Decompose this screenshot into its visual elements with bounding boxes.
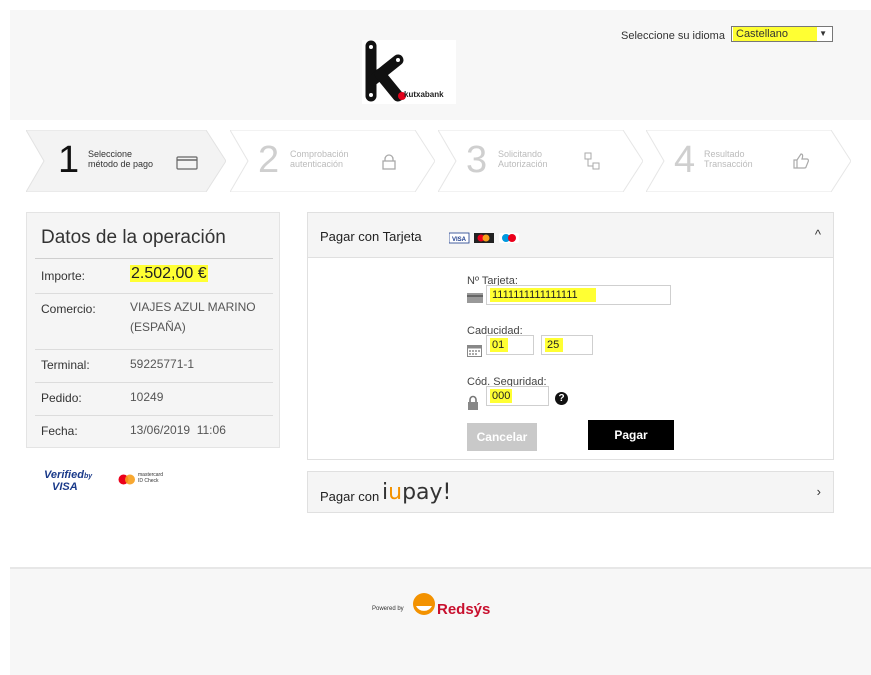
step-number: 3 bbox=[466, 139, 488, 181]
operation-label: Importe: bbox=[41, 269, 86, 283]
powered-by-label: Powered by bbox=[372, 606, 404, 612]
progress-steps: 1 Seleccione método de pago 2 Comprobació… bbox=[10, 130, 871, 192]
dropdown-arrow-icon: ▼ bbox=[819, 29, 827, 38]
operation-label: Fecha: bbox=[41, 424, 78, 438]
mastercard-icon bbox=[474, 233, 494, 243]
language-selected-value: Castellano bbox=[733, 27, 817, 41]
step-label: Solicitando Autorización bbox=[498, 149, 548, 169]
verified-by-visa-logo: Verifiedby VISA bbox=[44, 469, 93, 493]
step-label: Comprobación autenticación bbox=[290, 149, 349, 169]
terminal-value: 59225771-1 bbox=[130, 357, 195, 371]
operation-title: Datos de la operación bbox=[41, 227, 226, 248]
calendar-icon bbox=[467, 345, 482, 357]
operation-label: Pedido: bbox=[41, 391, 82, 405]
svg-text:VISA: VISA bbox=[452, 237, 467, 243]
operation-row-amount: Importe: 2.502,00 € bbox=[35, 259, 273, 294]
iupay-panel-title: Pagar con bbox=[320, 489, 380, 504]
mastercard-icon bbox=[118, 474, 135, 485]
help-icon[interactable]: ? bbox=[555, 392, 568, 405]
card-icon bbox=[176, 156, 198, 170]
card-number-input[interactable]: 1111111111111111 bbox=[486, 285, 671, 305]
step-number: 4 bbox=[674, 139, 696, 181]
kutxabank-logo: kutxabank bbox=[362, 40, 456, 104]
step-number: 1 bbox=[58, 139, 80, 181]
lock-icon bbox=[382, 154, 396, 170]
operation-row-merchant: Comercio: VIAJES AZUL MARINO (ESPAÑA) bbox=[35, 293, 273, 350]
security-code-input[interactable]: 000 bbox=[486, 386, 549, 406]
footer: Powered by Redsýs bbox=[10, 567, 871, 675]
visa-icon: VISA bbox=[448, 232, 470, 244]
step-3: 3 Solicitando Autorización bbox=[438, 130, 643, 192]
card-panel-header[interactable]: Pagar con Tarjeta VISA ^ bbox=[308, 213, 833, 258]
pay-button[interactable]: Pagar bbox=[588, 420, 674, 450]
step-2: 2 Comprobación autenticación bbox=[230, 130, 435, 192]
step-1: 1 Seleccione método de pago bbox=[26, 130, 226, 192]
redsys-brand: Redsýs bbox=[437, 601, 491, 618]
amount-value: 2.502,00 € bbox=[130, 265, 208, 282]
lock-icon bbox=[468, 395, 478, 410]
operation-details-panel: Datos de la operación Importe: 2.502,00 … bbox=[26, 212, 280, 448]
iupay-panel-header[interactable]: Pagar con iupay! › bbox=[307, 471, 834, 513]
network-icon bbox=[584, 152, 600, 170]
operation-label: Terminal: bbox=[41, 358, 90, 372]
step-4: 4 Resultado Transacción bbox=[646, 130, 851, 192]
redsys-logo-icon bbox=[413, 593, 435, 615]
brand-name: kutxabank bbox=[404, 90, 444, 99]
operation-label: Comercio: bbox=[41, 302, 96, 316]
operation-row-terminal: Terminal: 59225771-1 bbox=[35, 349, 273, 383]
mastercard-id-check-logo: mastercard ID Check bbox=[118, 472, 163, 490]
expand-chevron-icon[interactable]: › bbox=[817, 484, 821, 499]
order-value: 10249 bbox=[130, 390, 164, 404]
date-value: 13/06/2019 11:06 bbox=[130, 423, 226, 437]
operation-row-order: Pedido: 10249 bbox=[35, 382, 273, 416]
card-icon bbox=[467, 293, 483, 303]
merchant-value: VIAJES AZUL MARINO (ESPAÑA) bbox=[130, 300, 256, 334]
operation-row-date: Fecha: 13/06/2019 11:06 bbox=[35, 415, 273, 448]
collapse-chevron-icon[interactable]: ^ bbox=[815, 227, 821, 242]
card-payment-panel: Pagar con Tarjeta VISA ^ Nº Tarjeta: 111… bbox=[307, 212, 834, 460]
step-number: 2 bbox=[258, 139, 280, 181]
iupay-logo: iupay! bbox=[382, 480, 452, 505]
expiry-month-input[interactable]: 01 bbox=[486, 335, 534, 355]
card-brand-logos: VISA bbox=[448, 231, 519, 249]
step-label: Seleccione método de pago bbox=[88, 149, 154, 169]
step-label: Resultado Transacción bbox=[704, 149, 753, 169]
thumbs-up-icon bbox=[793, 153, 810, 169]
language-select[interactable]: Castellano ▼ bbox=[731, 26, 833, 42]
expiry-year-input[interactable]: 25 bbox=[541, 335, 593, 355]
payment-page: Seleccione su idioma Castellano ▼ kutxab… bbox=[10, 10, 871, 675]
header: Seleccione su idioma Castellano ▼ kutxab… bbox=[10, 10, 871, 120]
language-label: Seleccione su idioma bbox=[621, 30, 725, 42]
maestro-icon bbox=[499, 233, 519, 243]
card-panel-title: Pagar con Tarjeta bbox=[320, 229, 422, 244]
cancel-button[interactable]: Cancelar bbox=[467, 423, 537, 451]
